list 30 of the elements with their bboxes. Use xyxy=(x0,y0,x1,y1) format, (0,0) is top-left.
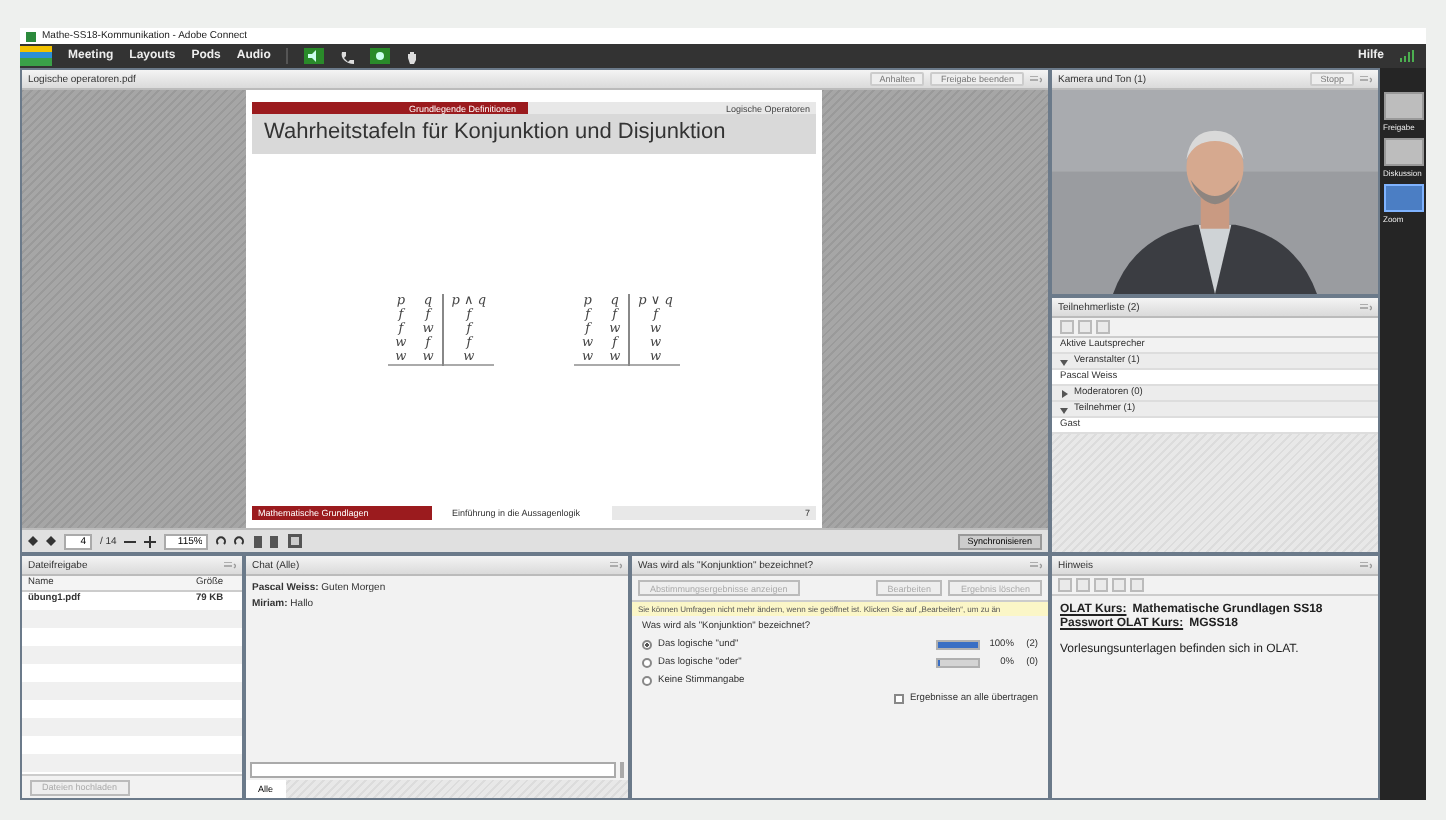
pod-menu-icon[interactable] xyxy=(1030,561,1042,569)
rotate-icon[interactable] xyxy=(216,535,245,547)
raise-hand-icon[interactable] xyxy=(406,49,421,63)
pod-menu-icon[interactable] xyxy=(1360,303,1372,311)
expanded-triangle-icon[interactable] xyxy=(1060,357,1068,365)
slide-heading: Wahrheitstafeln für Konjunktion und Disjunktion xyxy=(252,114,816,154)
document-icon[interactable] xyxy=(252,535,281,547)
app-icon xyxy=(26,31,36,41)
checkbox[interactable] xyxy=(893,694,904,704)
fullscreen-icon[interactable] xyxy=(288,534,303,548)
radio-button[interactable] xyxy=(642,658,652,668)
chat-input[interactable] xyxy=(250,762,616,778)
next-icon[interactable] xyxy=(46,536,56,546)
signal-icon xyxy=(1400,50,1414,62)
webcam-icon[interactable] xyxy=(370,48,391,64)
pod-menu-icon[interactable] xyxy=(1360,561,1372,569)
speaker-icon[interactable] xyxy=(304,48,325,64)
expanded-triangle-icon[interactable] xyxy=(1060,405,1068,413)
collapsed-triangle-icon[interactable] xyxy=(1060,389,1068,397)
previous-icon[interactable] xyxy=(28,536,38,546)
radio-button[interactable] xyxy=(642,640,652,650)
pod-menu-icon[interactable] xyxy=(610,561,622,569)
radio-button[interactable] xyxy=(642,676,652,686)
zoom-out-icon[interactable] xyxy=(124,535,137,547)
logo-icon xyxy=(20,46,52,66)
zoom-in-icon[interactable] xyxy=(144,535,157,547)
pod-menu-icon[interactable] xyxy=(1030,75,1042,83)
pod-menu-icon[interactable] xyxy=(224,561,236,569)
phone-icon[interactable] xyxy=(340,49,355,63)
pod-menu-icon[interactable] xyxy=(1360,75,1372,83)
